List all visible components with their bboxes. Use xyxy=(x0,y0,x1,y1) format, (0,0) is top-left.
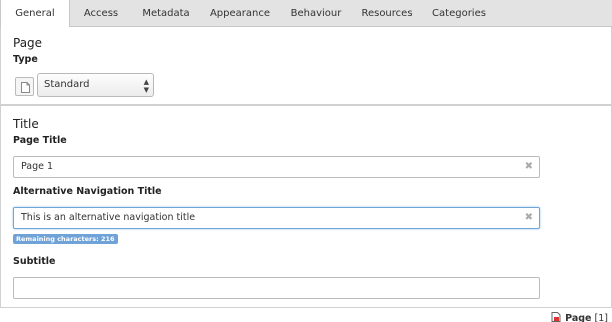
tab-bar: General Access Metadata Appearance Behav… xyxy=(0,0,612,28)
page-title-value: Page 1 xyxy=(21,161,54,172)
page-section: Page Type Standard ▲ ▼ xyxy=(0,27,612,105)
clear-icon[interactable]: ✖ xyxy=(525,208,533,228)
type-select-value: Standard xyxy=(44,79,90,90)
subtitle-input[interactable] xyxy=(13,277,540,299)
page-title-label: Page Title xyxy=(13,135,67,146)
page-icon xyxy=(551,312,561,322)
tab-resources[interactable]: Resources xyxy=(352,0,422,27)
tab-categories[interactable]: Categories xyxy=(422,0,496,27)
alt-nav-title-input[interactable]: This is an alternative navigation title … xyxy=(13,207,540,229)
page-title-input[interactable]: Page 1 ✖ xyxy=(13,156,540,178)
subtitle-label: Subtitle xyxy=(13,256,56,267)
tab-general[interactable]: General xyxy=(0,0,70,28)
title-section: Title Page Title Page 1 ✖ Alternative Na… xyxy=(0,105,612,308)
alt-nav-title-value: This is an alternative navigation title xyxy=(21,212,196,223)
tab-metadata[interactable]: Metadata xyxy=(132,0,200,27)
record-type: Page xyxy=(565,313,592,322)
record-id: [1] xyxy=(594,313,608,322)
type-label: Type xyxy=(13,54,38,65)
remaining-characters-badge: Remaining characters: 216 xyxy=(13,234,118,244)
tab-behaviour[interactable]: Behaviour xyxy=(280,0,352,27)
select-arrows-icon: ▲ ▼ xyxy=(143,78,149,94)
clear-icon[interactable]: ✖ xyxy=(525,157,533,177)
document-icon xyxy=(15,77,34,96)
tab-appearance[interactable]: Appearance xyxy=(200,0,280,27)
record-footer: Page [1] xyxy=(551,312,608,322)
alt-nav-title-label: Alternative Navigation Title xyxy=(13,186,162,197)
section-heading-page: Page xyxy=(13,36,43,50)
section-heading-title: Title xyxy=(13,117,39,131)
tab-access[interactable]: Access xyxy=(70,0,132,27)
type-select[interactable]: Standard ▲ ▼ xyxy=(37,73,154,97)
